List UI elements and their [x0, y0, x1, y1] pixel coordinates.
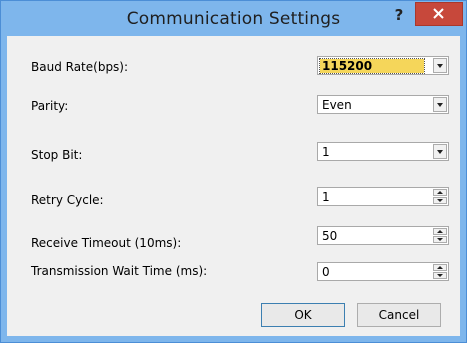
baud-rate-dropdown[interactable]: 115200 [317, 56, 449, 75]
close-button[interactable] [415, 2, 463, 26]
chevron-down-icon[interactable] [433, 58, 447, 73]
transmission-wait-value: 0 [322, 265, 330, 279]
receive-timeout-value: 50 [322, 229, 338, 243]
ok-button[interactable]: OK [261, 303, 345, 327]
stop-bit-label: Stop Bit: [31, 148, 83, 162]
stop-bit-value: 1 [322, 145, 330, 159]
spin-up-icon[interactable] [433, 189, 447, 196]
spin-up-icon[interactable] [433, 264, 447, 271]
receive-timeout-spinner[interactable]: 50 [317, 226, 449, 245]
baud-rate-value: 115200 [319, 58, 425, 74]
stop-bit-dropdown[interactable]: 1 [317, 142, 449, 161]
receive-timeout-label: Receive Timeout (10ms): [31, 236, 182, 250]
dialog-body: Baud Rate(bps): 115200 Parity: Even Stop… [7, 36, 460, 336]
transmission-wait-spin-buttons [433, 264, 447, 279]
chevron-down-icon[interactable] [433, 144, 447, 159]
retry-cycle-label: Retry Cycle: [31, 193, 104, 207]
title-bar[interactable]: Communication Settings ? [1, 1, 466, 35]
transmission-wait-label: Transmission Wait Time (ms): [31, 264, 208, 278]
spin-down-icon[interactable] [433, 272, 447, 279]
cancel-button[interactable]: Cancel [357, 303, 441, 327]
close-icon [433, 8, 444, 19]
baud-rate-label: Baud Rate(bps): [31, 60, 129, 74]
parity-label: Parity: [31, 99, 69, 113]
transmission-wait-spinner[interactable]: 0 [317, 262, 449, 281]
parity-value: Even [322, 98, 352, 112]
retry-cycle-spin-buttons [433, 189, 447, 204]
retry-cycle-spinner[interactable]: 1 [317, 187, 449, 206]
chevron-down-icon[interactable] [433, 97, 447, 112]
spin-down-icon[interactable] [433, 197, 447, 204]
spin-down-icon[interactable] [433, 236, 447, 243]
communication-settings-dialog: Communication Settings ? Baud Rate(bps):… [0, 0, 467, 343]
help-button[interactable]: ? [387, 5, 411, 27]
parity-dropdown[interactable]: Even [317, 95, 449, 114]
spin-up-icon[interactable] [433, 228, 447, 235]
retry-cycle-value: 1 [322, 190, 330, 204]
receive-timeout-spin-buttons [433, 228, 447, 243]
